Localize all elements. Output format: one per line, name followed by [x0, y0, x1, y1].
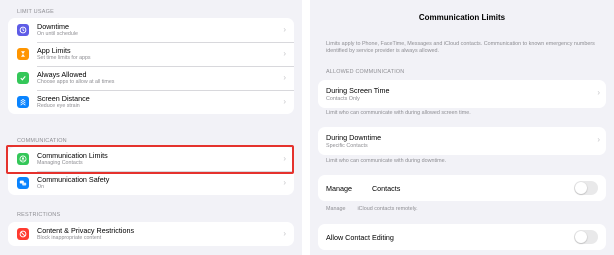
during-screen-time-title: During Screen Time	[326, 86, 390, 95]
chevron-right-icon: ›	[283, 25, 286, 34]
downtime-subtitle: On until schedule	[37, 31, 78, 37]
communication-limits-pane: Communication Limits Limits apply to Pho…	[310, 0, 614, 255]
chevron-right-icon: ›	[597, 88, 600, 97]
chevron-right-icon: ›	[283, 73, 286, 82]
section-label-limit-usage: LIMIT USAGE	[17, 9, 54, 15]
during-downtime-row[interactable]: During Downtime Specific Contacts ›	[318, 127, 606, 155]
chevron-right-icon: ›	[283, 229, 286, 238]
always-allowed-subtitle: Choose apps to allow at all times	[37, 79, 115, 85]
communication-limits-row[interactable]: Communication Limits Managing Contacts ›	[8, 147, 294, 171]
screen-distance-title: Screen Distance	[37, 94, 90, 103]
settings-list-pane: LIMIT USAGE Downtime On until schedule ›…	[0, 0, 302, 255]
chevron-right-icon: ›	[283, 97, 286, 106]
during-screen-time-row[interactable]: During Screen Time Contacts Only ›	[318, 80, 606, 108]
during-downtime-footer: Limit who can communicate with during do…	[326, 158, 447, 164]
content-privacy-title: Content & Privacy Restrictions	[37, 226, 135, 235]
communication-limits-title: Communication Limits	[37, 151, 108, 160]
person-bubble-icon	[17, 153, 29, 165]
screen-distance-row[interactable]: Screen Distance Reduce eye strain ›	[8, 90, 294, 114]
during-screen-time-subtitle: Contacts Only	[326, 96, 360, 102]
allow-contact-editing-toggle[interactable]	[574, 230, 598, 244]
manage-contacts-footer: Manage iCloud contacts remotely.	[326, 206, 418, 212]
chevron-right-icon: ›	[597, 135, 600, 144]
section-label-restrictions: RESTRICTIONS	[17, 212, 61, 218]
during-downtime-title: During Downtime	[326, 133, 382, 142]
restrictions-group: Content & Privacy Restrictions Block ina…	[8, 222, 294, 246]
always-allowed-title: Always Allowed	[37, 70, 87, 79]
communication-limits-subtitle: Managing Contacts	[37, 160, 83, 166]
speech-bubbles-icon	[17, 177, 29, 189]
section-label-allowed-communication: ALLOWED COMMUNICATION	[326, 69, 405, 75]
hourglass-icon	[17, 48, 29, 60]
app-limits-title: App Limits	[37, 46, 71, 55]
app-limits-subtitle: Set time limits for apps	[37, 55, 91, 61]
screen-distance-subtitle: Reduce eye strain	[37, 103, 80, 109]
checkmark-icon	[17, 72, 29, 84]
always-allowed-row[interactable]: Always Allowed Choose apps to allow at a…	[8, 66, 294, 90]
allow-contact-editing-row: Allow Contact Editing	[318, 224, 606, 250]
chevron-right-icon: ›	[283, 49, 286, 58]
during-screen-time-footer: Limit who can communicate with during al…	[326, 110, 471, 116]
downtime-title: Downtime	[37, 22, 69, 31]
manage-contacts-toggle[interactable]	[574, 181, 598, 195]
communication-safety-title: Communication Safety	[37, 175, 110, 184]
moon-icon	[17, 24, 29, 36]
communication-safety-row[interactable]: Communication Safety On ›	[8, 171, 294, 195]
downtime-row[interactable]: Downtime On until schedule ›	[8, 18, 294, 42]
distance-icon	[17, 96, 29, 108]
limit-usage-group: Downtime On until schedule › App Limits …	[8, 18, 294, 114]
allow-contact-editing-title: Allow Contact Editing	[326, 233, 394, 242]
page-title: Communication Limits	[418, 13, 506, 22]
section-label-communication: COMMUNICATION	[17, 138, 67, 144]
chevron-right-icon: ›	[283, 154, 286, 163]
pane-divider	[302, 0, 310, 255]
manage-contacts-row: Manage Contacts	[318, 175, 606, 201]
limits-description: Limits apply to Phone, FaceTime, Message…	[326, 41, 595, 54]
manage-contacts-title: Manage Contacts	[326, 184, 401, 193]
during-downtime-subtitle: Specific Contacts	[326, 143, 368, 149]
chevron-right-icon: ›	[283, 178, 286, 187]
content-privacy-row[interactable]: Content & Privacy Restrictions Block ina…	[8, 222, 294, 246]
communication-safety-subtitle: On	[37, 184, 45, 190]
communication-group: Communication Limits Managing Contacts ›…	[8, 147, 294, 195]
app-limits-row[interactable]: App Limits Set time limits for apps ›	[8, 42, 294, 66]
content-privacy-subtitle: Block inappropriate content	[37, 235, 102, 241]
no-entry-icon	[17, 228, 29, 240]
